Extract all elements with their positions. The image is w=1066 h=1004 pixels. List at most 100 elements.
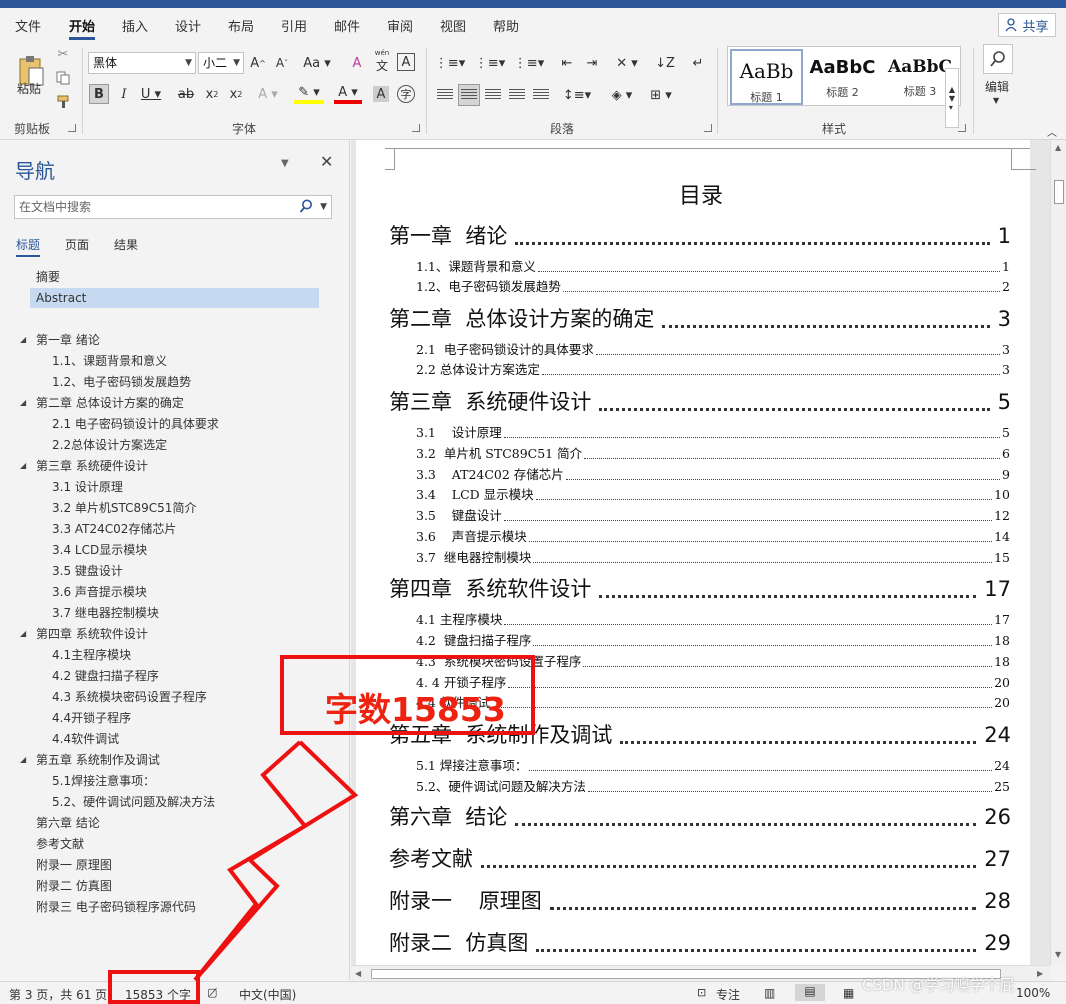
- vertical-scrollbar[interactable]: ▲ ▼: [1050, 140, 1066, 965]
- nav-heading-item[interactable]: 第一章 绪论: [36, 330, 100, 350]
- tab-view[interactable]: 视图: [440, 16, 466, 35]
- borders-icon[interactable]: ⊞ ▾: [646, 86, 676, 104]
- scroll-thumb[interactable]: [1054, 180, 1064, 204]
- nav-heading-item[interactable]: Abstract: [30, 288, 319, 308]
- tab-design[interactable]: 设计: [175, 16, 201, 35]
- grow-font-icon[interactable]: A ^: [249, 53, 267, 73]
- expand-triangle-icon[interactable]: ◢: [20, 393, 30, 413]
- nav-heading-item[interactable]: 4.4软件调试: [52, 729, 119, 749]
- nav-heading-item[interactable]: 3.3 AT24C02存储芯片: [52, 519, 176, 539]
- language-indicator[interactable]: 中文(中国): [239, 986, 296, 1003]
- toc-entry[interactable]: 5.2、硬件调试问题及解决方法 25: [416, 776, 1010, 795]
- paragraph-launcher-icon[interactable]: [704, 124, 712, 132]
- font-color-icon[interactable]: A ▾: [334, 84, 362, 104]
- tab-file[interactable]: 文件: [15, 16, 41, 35]
- nav-heading-item[interactable]: 4.3 系统模块密码设置子程序: [52, 687, 207, 707]
- tab-mailings[interactable]: 邮件: [334, 16, 360, 35]
- collapse-ribbon-icon[interactable]: ︿: [1047, 124, 1057, 139]
- expand-triangle-icon[interactable]: ◢: [20, 456, 30, 476]
- subscript-icon[interactable]: x2: [203, 84, 221, 104]
- styles-launcher-icon[interactable]: [958, 124, 966, 132]
- document-area[interactable]: 目录 第一章 绪论 1 1.1、课题背景和意义 1 1.2、电子密码锁发展趋势 2 第二章 …: [351, 140, 1050, 965]
- underline-icon[interactable]: U ▾: [138, 84, 164, 104]
- font-name-combo[interactable]: 黑体 ▼: [88, 52, 196, 74]
- toc-entry[interactable]: 3.6 声音提示模块 14: [416, 526, 1010, 545]
- nav-heading-item[interactable]: 摘要: [36, 267, 60, 287]
- show-marks-icon[interactable]: ↵: [688, 54, 708, 72]
- tab-home[interactable]: 开始: [69, 16, 96, 40]
- toc-entry[interactable]: 1.1、课题背景和意义 1: [416, 256, 1010, 275]
- char-shading-icon[interactable]: A: [373, 86, 389, 102]
- focus-label[interactable]: 专注: [716, 986, 740, 1003]
- toc-entry[interactable]: 1.2、电子密码锁发展趋势 2: [416, 276, 1010, 295]
- page-count[interactable]: 第 3 页，共 61 页: [9, 986, 107, 1003]
- toc-entry[interactable]: 2.1 电子密码锁设计的具体要求 3: [416, 339, 1010, 358]
- expand-triangle-icon[interactable]: ◢: [20, 750, 30, 770]
- scroll-down-icon[interactable]: ▼: [1055, 950, 1061, 959]
- italic-icon[interactable]: I: [115, 84, 133, 104]
- numbering-icon[interactable]: ⋮≡▾: [475, 54, 505, 72]
- nav-options-icon[interactable]: ▼: [281, 158, 289, 169]
- font-launcher-icon[interactable]: [412, 124, 420, 132]
- print-layout-icon[interactable]: ▤: [795, 984, 825, 1001]
- toc-entry[interactable]: 第六章 结论 26: [389, 801, 1011, 831]
- find-icon[interactable]: [983, 44, 1013, 74]
- nav-heading-item[interactable]: 4.4开锁子程序: [52, 708, 131, 728]
- nav-heading-item[interactable]: 第三章 系统硬件设计: [36, 456, 148, 476]
- distributed-icon[interactable]: [532, 86, 550, 104]
- tab-insert[interactable]: 插入: [122, 16, 148, 35]
- toc-entry[interactable]: 附录一 原理图 28: [389, 885, 1011, 915]
- strikethrough-icon[interactable]: ab: [175, 84, 197, 104]
- text-effects-icon[interactable]: A ▾: [255, 84, 281, 104]
- decrease-indent-icon[interactable]: ⇤: [557, 54, 577, 72]
- proofing-icon[interactable]: ▢̸: [207, 986, 217, 999]
- shrink-font-icon[interactable]: Aˇ: [273, 53, 291, 73]
- superscript-icon[interactable]: x2: [227, 84, 245, 104]
- close-icon[interactable]: ✕: [320, 152, 333, 171]
- tab-references[interactable]: 引用: [281, 16, 307, 35]
- toc-entry[interactable]: 参考文献 27: [389, 843, 1011, 873]
- clipboard-launcher-icon[interactable]: [68, 124, 76, 132]
- toc-entry[interactable]: 3.5 键盘设计 12: [416, 505, 1010, 524]
- nav-heading-item[interactable]: 3.1 设计原理: [52, 477, 123, 497]
- font-size-combo[interactable]: 小二 ▼: [198, 52, 244, 74]
- line-spacing-icon[interactable]: ↕≡▾: [562, 86, 592, 104]
- nav-heading-item[interactable]: 1.1、课题背景和意义: [52, 351, 167, 371]
- nav-heading-item[interactable]: 第六章 结论: [36, 813, 100, 833]
- nav-heading-item[interactable]: 4.1主程序模块: [52, 645, 131, 665]
- nav-heading-item[interactable]: 附录二 仿真图: [36, 876, 112, 896]
- nav-heading-item[interactable]: 参考文献: [36, 834, 84, 854]
- nav-heading-item[interactable]: 附录三 电子密码锁程序源代码: [36, 897, 196, 917]
- nav-tab-results[interactable]: 结果: [114, 236, 138, 253]
- toc-entry[interactable]: 3.2 单片机 STC89C51 简介 6: [416, 443, 1010, 462]
- chinese-layout-icon[interactable]: ✕ ▾: [612, 54, 642, 72]
- nav-heading-item[interactable]: 第五章 系统制作及调试: [36, 750, 160, 770]
- copy-icon[interactable]: [55, 70, 71, 86]
- scroll-up-icon[interactable]: ▲: [1055, 143, 1061, 152]
- toc-entry[interactable]: 3.1 设计原理 5: [416, 422, 1010, 441]
- align-right-icon[interactable]: [484, 86, 502, 104]
- align-left-icon[interactable]: [436, 86, 454, 104]
- nav-heading-item[interactable]: 4.2 键盘扫描子程序: [52, 666, 159, 686]
- expand-triangle-icon[interactable]: ◢: [20, 624, 30, 644]
- nav-heading-item[interactable]: 3.2 单片机STC89C51简介: [52, 498, 196, 518]
- toc-entry[interactable]: 4.2 键盘扫描子程序 18: [416, 630, 1010, 649]
- toc-entry[interactable]: 附录二 仿真图 29: [389, 927, 1011, 957]
- nav-heading-item[interactable]: 3.6 声音提示模块: [52, 582, 147, 602]
- tab-help[interactable]: 帮助: [493, 16, 519, 35]
- nav-heading-item[interactable]: 3.4 LCD显示模块: [52, 540, 147, 560]
- nav-heading-item[interactable]: 附录一 原理图: [36, 855, 112, 875]
- document-page[interactable]: 目录 第一章 绪论 1 1.1、课题背景和意义 1 1.2、电子密码锁发展趋势 2 第二章 …: [356, 140, 1036, 965]
- nav-heading-item[interactable]: 3.7 继电器控制模块: [52, 603, 159, 623]
- toc-entry[interactable]: 第二章 总体设计方案的确定 3: [389, 303, 1011, 333]
- nav-heading-item[interactable]: 第二章 总体设计方案的确定: [36, 393, 184, 413]
- toc-entry[interactable]: 3.7 继电器控制模块 15: [416, 547, 1010, 566]
- nav-heading-item[interactable]: 3.5 键盘设计: [52, 561, 123, 581]
- focus-icon[interactable]: ⊡: [697, 986, 706, 999]
- bold-icon[interactable]: B: [89, 84, 109, 104]
- tab-review[interactable]: 审阅: [387, 16, 413, 35]
- increase-indent-icon[interactable]: ⇥: [582, 54, 602, 72]
- toc-entry[interactable]: 第三章 系统硬件设计 5: [389, 386, 1011, 416]
- toc-entry[interactable]: 4.1 主程序模块 17: [416, 609, 1010, 628]
- web-layout-icon[interactable]: ▦: [843, 986, 854, 1000]
